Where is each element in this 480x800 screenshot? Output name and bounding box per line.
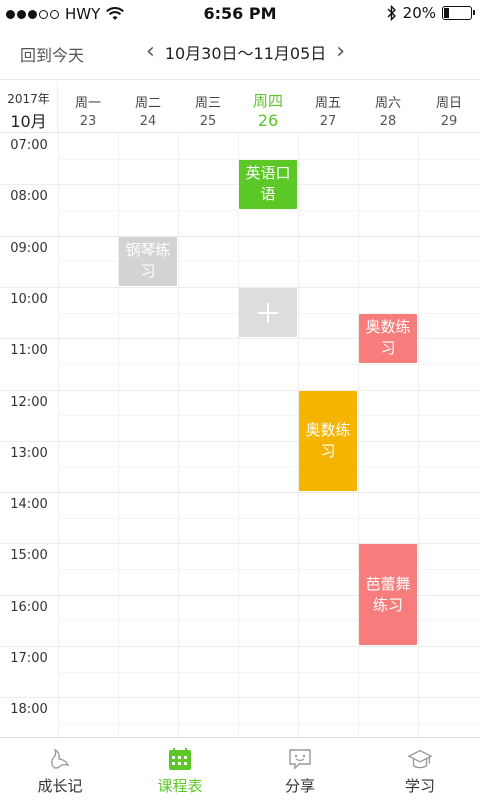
timetable-grid[interactable]: 07:00 08:00 09:00 10:00 11:00 12:00 13:00 14:00… — [0, 133, 480, 737]
tab-growth[interactable]: 成长记 — [0, 738, 120, 800]
time-label: 12:00 — [10, 394, 48, 410]
add-course-button[interactable] — [239, 287, 297, 338]
half-hour-line — [58, 415, 480, 417]
date-label: 29 — [440, 114, 458, 129]
weekday-label: 周三 — [194, 96, 221, 111]
week-range-label: 10月30日～11月05日 — [164, 44, 327, 63]
chevron-left-icon[interactable]: ‹ — [146, 41, 155, 63]
chat-bubble-icon — [287, 746, 313, 772]
hour-line — [0, 235, 480, 237]
date-label: 26 — [257, 111, 279, 130]
bottom-tab-bar: 成长记 课程表 分享 学习 — [0, 737, 480, 800]
chevron-right-icon[interactable]: › — [336, 41, 345, 63]
time-label: 11:00 — [10, 343, 48, 359]
day-column-header: 周日 29 — [418, 81, 480, 133]
week-switcher: ‹ 10月30日～11月05日 › — [146, 40, 345, 64]
half-hour-line — [58, 363, 480, 365]
time-label: 18:00 — [10, 702, 48, 718]
date-label: 27 — [319, 114, 337, 129]
tab-label: 学习 — [404, 777, 435, 795]
time-label: 14:00 — [10, 497, 48, 513]
course-block[interactable]: 奥数练习 — [299, 390, 357, 492]
course-block[interactable]: 芭蕾舞练习 — [359, 544, 417, 645]
bluetooth-icon — [387, 5, 396, 21]
tab-label: 分享 — [284, 777, 315, 795]
course-title: 钢琴练习 — [125, 241, 171, 281]
time-label: 16:00 — [10, 599, 48, 615]
time-label: 08:00 — [10, 189, 48, 205]
course-block[interactable]: 钢琴练习 — [119, 236, 177, 286]
date-label: 23 — [79, 114, 97, 129]
course-title: 芭蕾舞练习 — [365, 574, 411, 614]
week-navigation-bar: 回到今天 ‹ 10月30日～11月05日 › — [0, 28, 480, 80]
calendar-icon — [167, 746, 193, 772]
status-bar: HWY 6:56 PM 20% — [0, 0, 480, 28]
course-block[interactable]: 英语口语 — [239, 159, 297, 209]
weekday-label: 周日 — [435, 96, 462, 111]
day-column-header: 周一 23 — [58, 81, 118, 133]
month-cell: 2017年 10月 — [0, 81, 58, 133]
time-label: 09:00 — [10, 240, 48, 256]
date-label: 28 — [379, 114, 397, 129]
course-title: 奥数练习 — [365, 318, 411, 358]
course-block[interactable]: 奥数练习 — [359, 313, 417, 363]
hour-line — [0, 389, 480, 391]
hour-line — [0, 697, 480, 699]
time-label: 17:00 — [10, 651, 48, 666]
date-label: 24 — [139, 114, 157, 129]
time-label: 07:00 — [10, 138, 48, 153]
day-column-header: 周五 27 — [298, 81, 358, 133]
time-label: 10:00 — [10, 291, 48, 307]
time-label: 15:00 — [10, 548, 48, 564]
back-to-today-button[interactable]: 回到今天 — [20, 42, 84, 66]
weekday-label: 周二 — [134, 96, 161, 111]
status-right: 20% — [387, 4, 475, 22]
time-label: 13:00 — [10, 445, 48, 461]
plus-icon — [258, 302, 278, 323]
footprint-icon — [47, 746, 73, 772]
graduation-cap-icon — [407, 746, 433, 772]
tab-share[interactable]: 分享 — [240, 738, 360, 800]
date-label: 25 — [199, 114, 217, 129]
day-column-header: 周六 28 — [358, 81, 418, 133]
month-label: 10月 — [10, 112, 47, 131]
course-title: 英语口语 — [245, 164, 291, 204]
hour-line — [0, 646, 480, 647]
battery-percent: 20% — [402, 4, 436, 22]
day-column-header: 周二 24 — [118, 81, 178, 133]
tab-label: 成长记 — [37, 777, 83, 795]
weekday-label: 周六 — [374, 96, 401, 111]
hour-line — [0, 492, 480, 494]
day-column-header: 周三 25 — [178, 81, 238, 133]
tab-study[interactable]: 学习 — [360, 738, 480, 800]
weekday-label: 周五 — [314, 96, 341, 111]
weekday-label: 周一 — [74, 96, 101, 111]
day-header-row: 2017年 10月 周一 23 周二 24 周三 25 周四 26 周五 27 周六 28 周日 29 — [0, 81, 480, 133]
half-hour-line — [58, 209, 480, 211]
weekday-label: 周四 — [252, 92, 283, 110]
tab-schedule[interactable]: 课程表 — [120, 738, 240, 800]
half-hour-line — [58, 722, 480, 724]
course-title: 奥数练习 — [305, 420, 351, 460]
half-hour-line — [58, 517, 480, 519]
year-label: 2017年 — [7, 92, 50, 106]
tab-label: 课程表 — [157, 777, 203, 795]
battery-icon — [442, 6, 475, 20]
day-column-header: 周四 26 — [238, 81, 298, 133]
half-hour-line — [58, 466, 480, 468]
hour-line — [0, 440, 480, 442]
half-hour-line — [58, 671, 480, 673]
